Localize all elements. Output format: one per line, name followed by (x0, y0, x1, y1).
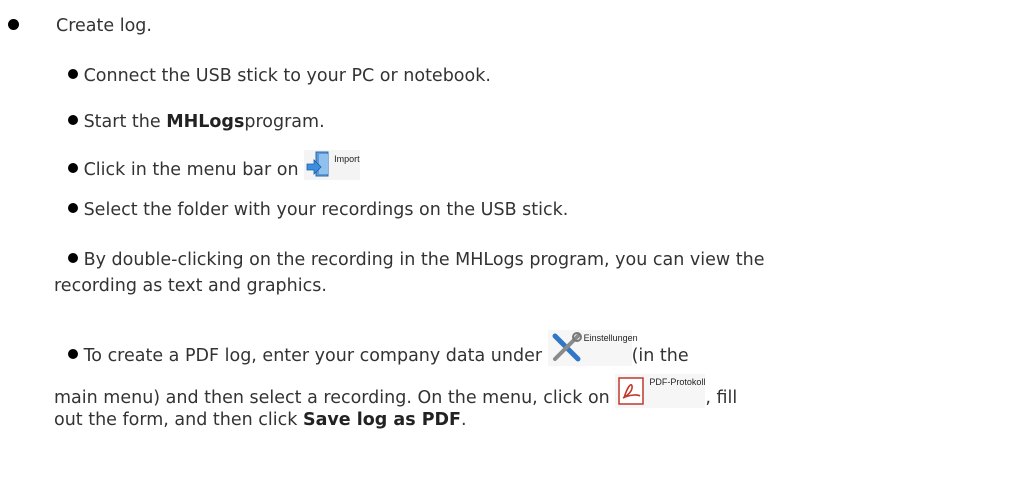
bullet-icon (68, 115, 78, 125)
bullet-icon (8, 18, 19, 30)
step-text-line2: main menu) and then select a recording. … (54, 388, 616, 408)
bullet-icon (68, 69, 78, 79)
step-text-line1: By double-clicking on the recording in t… (83, 250, 765, 270)
pdf-protocol-button: PDF-Protokoll (615, 374, 705, 408)
step-text: Connect the USB stick to your PC or note… (83, 66, 491, 86)
step-text-middle: (in the (631, 346, 689, 366)
step-view-recording: By double-clicking on the recording in t… (68, 250, 764, 270)
save-log-pdf-label: Save log as PDF (302, 410, 462, 430)
step-text-suffix: program. (244, 112, 325, 132)
step-text: Select the folder with your recordings o… (83, 200, 569, 220)
import-label: Import (334, 154, 360, 164)
import-button: Import (304, 150, 361, 180)
step-view-recording-cont: recording as text and graphics. (54, 276, 327, 296)
bullet-icon (68, 203, 78, 213)
bullet-icon (68, 163, 78, 173)
step-text: Click in the menu bar on (83, 160, 305, 180)
step-create-pdf: To create a PDF log, enter your company … (68, 330, 689, 366)
step-text-end: . (461, 410, 467, 430)
settings-tools-icon (552, 332, 582, 362)
step-text-line2: recording as text and graphics. (54, 276, 327, 296)
step-click-import: Click in the menu bar on Import (68, 150, 361, 180)
step-text-suffix: , fill (705, 388, 738, 408)
step-start-program: Start the MHLogsprogram. (68, 112, 325, 132)
import-icon (306, 151, 329, 177)
main-item-text: Create log. (56, 16, 152, 36)
pdf-protocol-label: PDF-Protokoll (649, 377, 706, 387)
pdf-protocol-icon (618, 377, 645, 405)
settings-label: Einstellungen (583, 333, 638, 343)
step-select-folder: Select the folder with your recordings o… (68, 200, 568, 220)
settings-button: Einstellungen (547, 330, 638, 366)
main-list-item: Create log. (8, 16, 152, 36)
step-create-pdf-line3: out the form, and then click Save log as… (54, 410, 467, 430)
step-text: To create a PDF log, enter your company … (83, 346, 548, 366)
step-create-pdf-line2: main menu) and then select a recording. … (54, 374, 737, 408)
step-text-line3: out the form, and then click (54, 410, 303, 430)
step-connect-usb: Connect the USB stick to your PC or note… (68, 66, 491, 86)
bullet-icon (68, 349, 78, 359)
step-text-prefix: Start the (83, 112, 167, 132)
program-name: MHLogs (166, 112, 245, 132)
bullet-icon (68, 253, 78, 263)
